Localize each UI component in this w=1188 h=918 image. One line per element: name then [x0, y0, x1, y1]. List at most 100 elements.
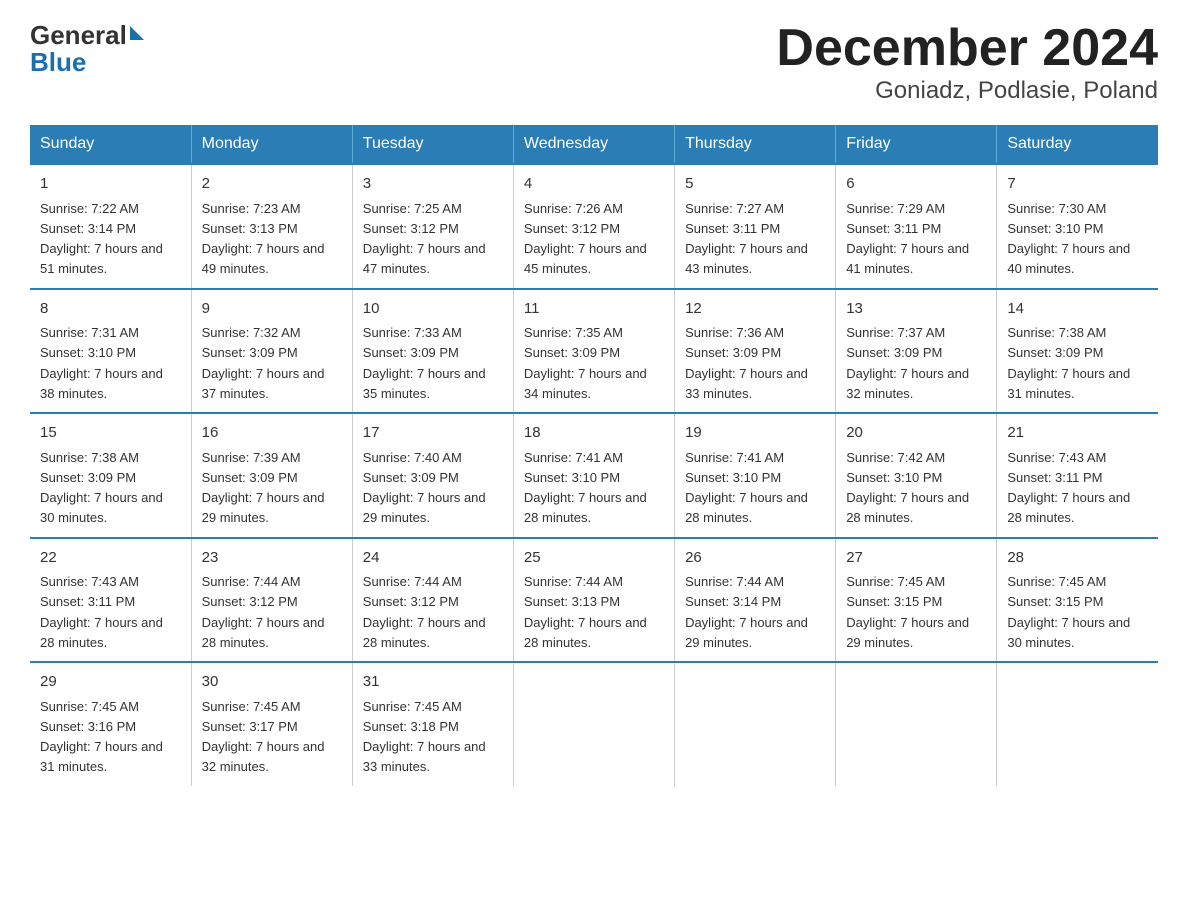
calendar-month-year: December 2024	[776, 20, 1158, 77]
table-row: 29 Sunrise: 7:45 AMSunset: 3:16 PMDaylig…	[30, 662, 191, 786]
day-number: 13	[846, 298, 986, 321]
day-info: Sunrise: 7:42 AMSunset: 3:10 PMDaylight:…	[846, 450, 969, 526]
logo-triangle-icon	[130, 26, 144, 40]
table-row: 27 Sunrise: 7:45 AMSunset: 3:15 PMDaylig…	[836, 538, 997, 663]
table-row: 4 Sunrise: 7:26 AMSunset: 3:12 PMDayligh…	[513, 164, 674, 289]
logo: General Blue	[30, 20, 144, 78]
day-info: Sunrise: 7:38 AMSunset: 3:09 PMDaylight:…	[40, 450, 163, 526]
day-number: 1	[40, 173, 181, 196]
day-number: 29	[40, 671, 181, 694]
table-row: 15 Sunrise: 7:38 AMSunset: 3:09 PMDaylig…	[30, 413, 191, 538]
calendar-week-row: 29 Sunrise: 7:45 AMSunset: 3:16 PMDaylig…	[30, 662, 1158, 786]
day-number: 3	[363, 173, 503, 196]
day-info: Sunrise: 7:44 AMSunset: 3:12 PMDaylight:…	[202, 574, 325, 650]
day-number: 23	[202, 547, 342, 570]
calendar-week-row: 15 Sunrise: 7:38 AMSunset: 3:09 PMDaylig…	[30, 413, 1158, 538]
table-row: 20 Sunrise: 7:42 AMSunset: 3:10 PMDaylig…	[836, 413, 997, 538]
table-row: 19 Sunrise: 7:41 AMSunset: 3:10 PMDaylig…	[675, 413, 836, 538]
table-row	[513, 662, 674, 786]
table-row: 22 Sunrise: 7:43 AMSunset: 3:11 PMDaylig…	[30, 538, 191, 663]
table-row: 17 Sunrise: 7:40 AMSunset: 3:09 PMDaylig…	[352, 413, 513, 538]
col-thursday: Thursday	[675, 125, 836, 164]
table-row: 16 Sunrise: 7:39 AMSunset: 3:09 PMDaylig…	[191, 413, 352, 538]
table-row: 26 Sunrise: 7:44 AMSunset: 3:14 PMDaylig…	[675, 538, 836, 663]
day-number: 12	[685, 298, 825, 321]
day-info: Sunrise: 7:29 AMSunset: 3:11 PMDaylight:…	[846, 201, 969, 277]
day-info: Sunrise: 7:43 AMSunset: 3:11 PMDaylight:…	[40, 574, 163, 650]
calendar-week-row: 1 Sunrise: 7:22 AMSunset: 3:14 PMDayligh…	[30, 164, 1158, 289]
day-info: Sunrise: 7:27 AMSunset: 3:11 PMDaylight:…	[685, 201, 808, 277]
day-number: 20	[846, 422, 986, 445]
day-info: Sunrise: 7:44 AMSunset: 3:14 PMDaylight:…	[685, 574, 808, 650]
day-info: Sunrise: 7:39 AMSunset: 3:09 PMDaylight:…	[202, 450, 325, 526]
table-row: 9 Sunrise: 7:32 AMSunset: 3:09 PMDayligh…	[191, 289, 352, 414]
day-number: 16	[202, 422, 342, 445]
table-row: 5 Sunrise: 7:27 AMSunset: 3:11 PMDayligh…	[675, 164, 836, 289]
logo-text-blue: Blue	[30, 47, 86, 78]
day-info: Sunrise: 7:45 AMSunset: 3:15 PMDaylight:…	[846, 574, 969, 650]
day-number: 31	[363, 671, 503, 694]
day-number: 28	[1007, 547, 1148, 570]
table-row: 13 Sunrise: 7:37 AMSunset: 3:09 PMDaylig…	[836, 289, 997, 414]
day-number: 17	[363, 422, 503, 445]
day-number: 25	[524, 547, 664, 570]
table-row: 18 Sunrise: 7:41 AMSunset: 3:10 PMDaylig…	[513, 413, 674, 538]
day-info: Sunrise: 7:45 AMSunset: 3:17 PMDaylight:…	[202, 699, 325, 775]
day-number: 14	[1007, 298, 1148, 321]
day-number: 9	[202, 298, 342, 321]
day-number: 21	[1007, 422, 1148, 445]
table-row: 7 Sunrise: 7:30 AMSunset: 3:10 PMDayligh…	[997, 164, 1158, 289]
day-info: Sunrise: 7:30 AMSunset: 3:10 PMDaylight:…	[1007, 201, 1130, 277]
day-number: 11	[524, 298, 664, 321]
day-info: Sunrise: 7:38 AMSunset: 3:09 PMDaylight:…	[1007, 325, 1130, 401]
day-info: Sunrise: 7:37 AMSunset: 3:09 PMDaylight:…	[846, 325, 969, 401]
table-row: 23 Sunrise: 7:44 AMSunset: 3:12 PMDaylig…	[191, 538, 352, 663]
day-info: Sunrise: 7:41 AMSunset: 3:10 PMDaylight:…	[524, 450, 647, 526]
day-number: 26	[685, 547, 825, 570]
table-row: 10 Sunrise: 7:33 AMSunset: 3:09 PMDaylig…	[352, 289, 513, 414]
table-row: 3 Sunrise: 7:25 AMSunset: 3:12 PMDayligh…	[352, 164, 513, 289]
table-row: 2 Sunrise: 7:23 AMSunset: 3:13 PMDayligh…	[191, 164, 352, 289]
calendar-title-block: December 2024 Goniadz, Podlasie, Poland	[776, 20, 1158, 105]
day-info: Sunrise: 7:22 AMSunset: 3:14 PMDaylight:…	[40, 201, 163, 277]
day-number: 19	[685, 422, 825, 445]
day-info: Sunrise: 7:45 AMSunset: 3:16 PMDaylight:…	[40, 699, 163, 775]
table-row: 1 Sunrise: 7:22 AMSunset: 3:14 PMDayligh…	[30, 164, 191, 289]
table-row: 25 Sunrise: 7:44 AMSunset: 3:13 PMDaylig…	[513, 538, 674, 663]
col-saturday: Saturday	[997, 125, 1158, 164]
calendar-week-row: 8 Sunrise: 7:31 AMSunset: 3:10 PMDayligh…	[30, 289, 1158, 414]
calendar-table: Sunday Monday Tuesday Wednesday Thursday…	[30, 125, 1158, 786]
table-row: 14 Sunrise: 7:38 AMSunset: 3:09 PMDaylig…	[997, 289, 1158, 414]
table-row: 28 Sunrise: 7:45 AMSunset: 3:15 PMDaylig…	[997, 538, 1158, 663]
day-info: Sunrise: 7:25 AMSunset: 3:12 PMDaylight:…	[363, 201, 486, 277]
day-number: 15	[40, 422, 181, 445]
calendar-location: Goniadz, Podlasie, Poland	[776, 77, 1158, 105]
page-header: General Blue December 2024 Goniadz, Podl…	[30, 20, 1158, 105]
day-number: 4	[524, 173, 664, 196]
table-row: 6 Sunrise: 7:29 AMSunset: 3:11 PMDayligh…	[836, 164, 997, 289]
day-number: 18	[524, 422, 664, 445]
col-wednesday: Wednesday	[513, 125, 674, 164]
day-info: Sunrise: 7:41 AMSunset: 3:10 PMDaylight:…	[685, 450, 808, 526]
col-friday: Friday	[836, 125, 997, 164]
day-info: Sunrise: 7:35 AMSunset: 3:09 PMDaylight:…	[524, 325, 647, 401]
day-info: Sunrise: 7:40 AMSunset: 3:09 PMDaylight:…	[363, 450, 486, 526]
table-row: 8 Sunrise: 7:31 AMSunset: 3:10 PMDayligh…	[30, 289, 191, 414]
day-number: 2	[202, 173, 342, 196]
day-info: Sunrise: 7:45 AMSunset: 3:18 PMDaylight:…	[363, 699, 486, 775]
day-number: 5	[685, 173, 825, 196]
day-number: 10	[363, 298, 503, 321]
day-number: 27	[846, 547, 986, 570]
table-row: 31 Sunrise: 7:45 AMSunset: 3:18 PMDaylig…	[352, 662, 513, 786]
table-row: 30 Sunrise: 7:45 AMSunset: 3:17 PMDaylig…	[191, 662, 352, 786]
day-info: Sunrise: 7:43 AMSunset: 3:11 PMDaylight:…	[1007, 450, 1130, 526]
day-info: Sunrise: 7:26 AMSunset: 3:12 PMDaylight:…	[524, 201, 647, 277]
col-sunday: Sunday	[30, 125, 191, 164]
day-info: Sunrise: 7:23 AMSunset: 3:13 PMDaylight:…	[202, 201, 325, 277]
day-info: Sunrise: 7:32 AMSunset: 3:09 PMDaylight:…	[202, 325, 325, 401]
table-row	[675, 662, 836, 786]
table-row: 24 Sunrise: 7:44 AMSunset: 3:12 PMDaylig…	[352, 538, 513, 663]
table-row: 21 Sunrise: 7:43 AMSunset: 3:11 PMDaylig…	[997, 413, 1158, 538]
day-number: 30	[202, 671, 342, 694]
day-number: 6	[846, 173, 986, 196]
